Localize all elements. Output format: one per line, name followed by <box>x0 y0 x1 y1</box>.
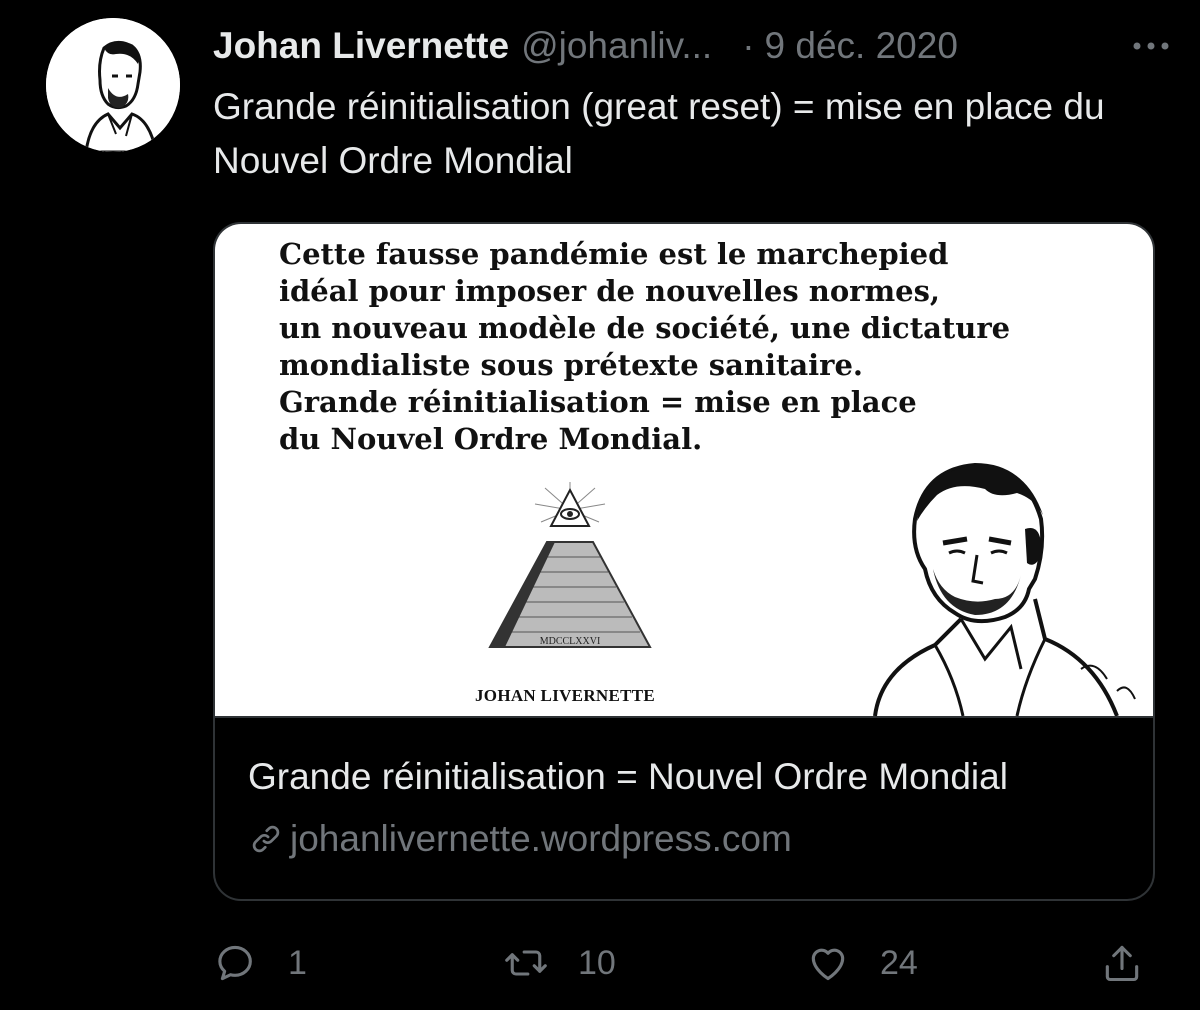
share-icon <box>1105 945 1139 982</box>
card-title[interactable]: Grande réinitialisation = Nouvel Ordre M… <box>248 756 1008 798</box>
tweet-header: Johan Livernette @johanliv... · 9 déc. 2… <box>213 22 1173 70</box>
author-name[interactable]: Johan Livernette <box>213 25 509 67</box>
card-divider <box>215 716 1153 718</box>
tweet-text: Grande réinitialisation (great reset) = … <box>213 86 1105 181</box>
card-domain-text: johanlivernette.wordpress.com <box>290 818 792 859</box>
author-portrait-drawing <box>873 462 1136 716</box>
author-avatar[interactable] <box>46 18 180 152</box>
link-preview-card[interactable]: Cette fausse pandémie est le marchepied … <box>213 222 1155 901</box>
portrait-avatar-icon <box>46 18 180 152</box>
pyramid-eye-icon: MDCCLXXVI <box>488 482 652 648</box>
separator-dot: · <box>742 25 755 66</box>
retweet-icon <box>505 950 547 976</box>
pyramid-inscription: MDCCLXXVI <box>540 636 601 647</box>
share-button[interactable] <box>1100 938 1144 988</box>
image-brand-label: JOHAN LIVERNETTE <box>475 686 656 705</box>
card-domain[interactable]: johanlivernette.wordpress.com <box>248 818 792 860</box>
retweet-button[interactable]: 10 <box>504 938 616 988</box>
tweet-date[interactable]: 9 déc. 2020 <box>765 25 958 67</box>
tweet-actions: 1 10 24 <box>0 938 1200 988</box>
like-count: 24 <box>880 943 918 982</box>
reply-count: 1 <box>288 943 307 982</box>
card-image: Cette fausse pandémie est le marchepied … <box>215 224 1153 716</box>
like-button[interactable]: 24 <box>806 938 918 988</box>
link-icon <box>252 825 280 853</box>
reply-icon <box>218 945 252 981</box>
retweet-count: 10 <box>578 943 616 982</box>
image-quote-text: Cette fausse pandémie est le marchepied … <box>279 237 1011 456</box>
heart-icon <box>811 948 845 981</box>
more-options-icon[interactable] <box>1129 26 1173 66</box>
author-handle[interactable]: @johanliv... <box>521 25 712 67</box>
reply-button[interactable]: 1 <box>214 938 307 988</box>
